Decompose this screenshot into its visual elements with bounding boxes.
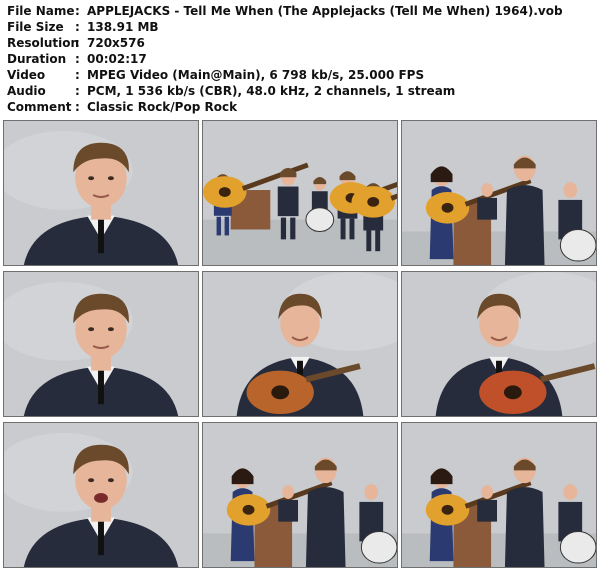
video-frame-image (4, 121, 198, 265)
info-label: File Size (7, 20, 64, 34)
video-frame-image (203, 272, 397, 416)
info-colon: : (75, 52, 80, 66)
info-value: MPEG Video (Main@Main), 6 798 kb/s, 25.0… (87, 68, 425, 82)
info-label: Video (7, 68, 46, 82)
info-label: Resolution (7, 36, 80, 50)
video-frame-image (402, 121, 596, 265)
info-label: Duration (7, 52, 67, 66)
video-frame-image (402, 423, 596, 567)
video-frame-image (4, 423, 198, 567)
info-row-audio: Audio : PCM, 1 536 kb/s (CBR), 48.0 kHz,… (7, 83, 593, 99)
info-value: PCM, 1 536 kb/s (CBR), 48.0 kHz, 2 chann… (87, 84, 456, 98)
info-row-duration: Duration : 00:02:17 (7, 51, 593, 67)
info-label: File Name (7, 4, 75, 18)
thumbnail-frame (3, 120, 199, 266)
file-info-panel: File Name : APPLEJACKS - Tell Me When (T… (7, 3, 593, 115)
info-colon: : (75, 100, 80, 114)
video-frame-image (4, 272, 198, 416)
thumbnail-grid (3, 120, 597, 570)
info-value: 138.91 MB (87, 20, 159, 34)
thumbnail-frame (3, 271, 199, 417)
info-value: 720x576 (87, 36, 145, 50)
info-label: Comment (7, 100, 72, 114)
info-row-file-name: File Name : APPLEJACKS - Tell Me When (T… (7, 3, 593, 19)
info-value: Classic Rock/Pop Rock (87, 100, 238, 114)
thumbnail-frame (202, 422, 398, 568)
thumbnail-frame (3, 422, 199, 568)
info-row-video: Video : MPEG Video (Main@Main), 6 798 kb… (7, 67, 593, 83)
thumbnail-frame (401, 271, 597, 417)
info-row-resolution: Resolution : 720x576 (7, 35, 593, 51)
thumbnail-frame (401, 120, 597, 266)
info-value: 00:02:17 (87, 52, 147, 66)
info-colon: : (75, 84, 80, 98)
info-colon: : (75, 36, 80, 50)
info-colon: : (75, 20, 80, 34)
info-row-file-size: File Size : 138.91 MB (7, 19, 593, 35)
video-frame-image (203, 423, 397, 567)
info-colon: : (75, 4, 80, 18)
thumbnail-frame (202, 120, 398, 266)
info-colon: : (75, 68, 80, 82)
video-frame-image (203, 121, 397, 265)
info-row-comment: Comment : Classic Rock/Pop Rock (7, 99, 593, 115)
video-frame-image (402, 272, 596, 416)
thumbnail-frame (202, 271, 398, 417)
info-value: APPLEJACKS - Tell Me When (The Applejack… (87, 4, 563, 18)
thumbnail-frame (401, 422, 597, 568)
info-label: Audio (7, 84, 46, 98)
